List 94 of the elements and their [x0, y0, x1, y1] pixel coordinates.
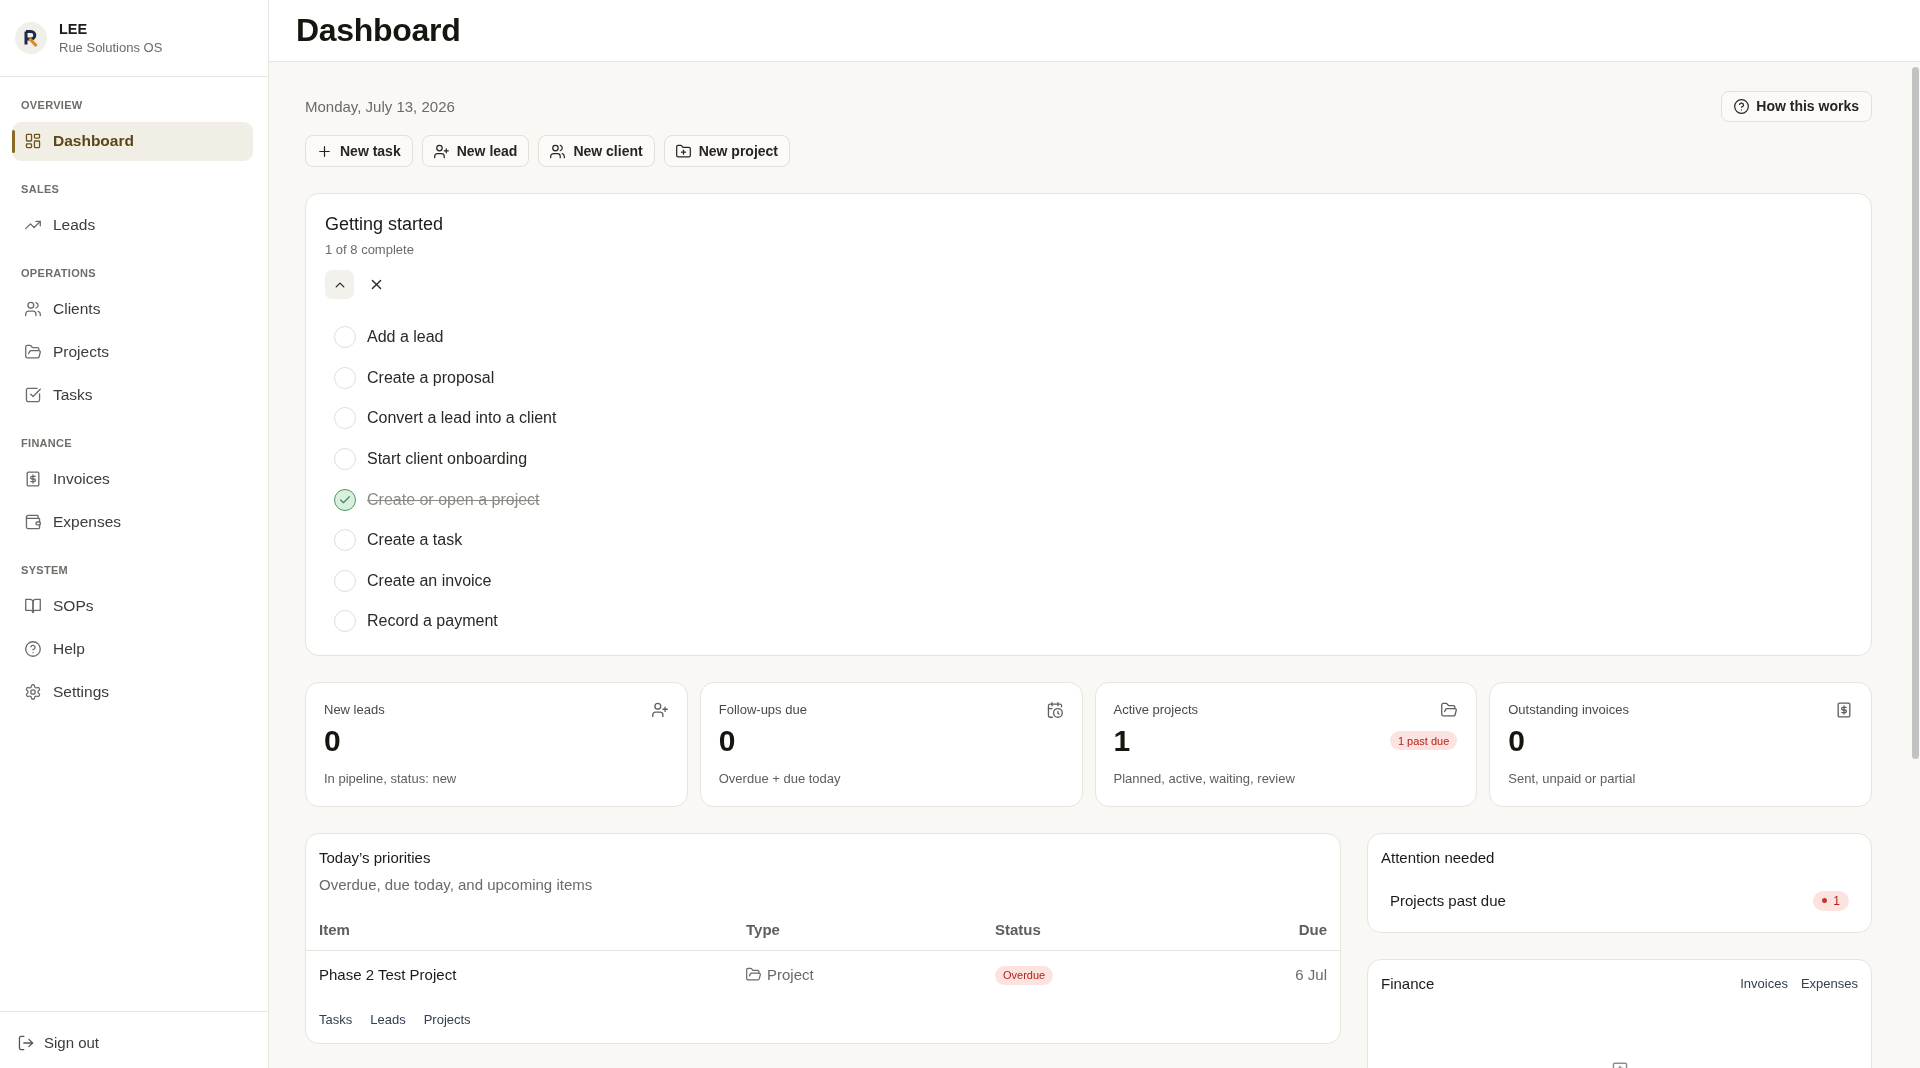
- check-icon: [339, 493, 351, 506]
- folder-icon: [1441, 701, 1458, 718]
- stat-value: 0: [1508, 722, 1525, 759]
- quick-action-button[interactable]: New lead: [421, 135, 530, 167]
- user-plus-icon: [433, 143, 449, 159]
- help-icon: [25, 641, 41, 657]
- card-title: Getting started: [325, 213, 445, 236]
- column-header: Type: [746, 919, 781, 940]
- table-cell: 6 Jul: [1295, 966, 1327, 984]
- nav-item[interactable]: Leads: [12, 205, 253, 245]
- plus-icon: [317, 143, 332, 159]
- section-label: OVERVIEW: [20, 98, 84, 113]
- stat-value: 0: [718, 722, 736, 759]
- scrollbar-thumb[interactable]: [1912, 67, 1919, 759]
- section-label: SYSTEM: [20, 563, 70, 578]
- section-link[interactable]: Projects: [423, 1010, 471, 1029]
- calendar-clock-icon: [1046, 701, 1063, 718]
- help-icon: [1734, 98, 1750, 114]
- step-label: Add a lead: [367, 328, 444, 347]
- close-icon: [369, 277, 384, 292]
- step-label: Create an invoice: [367, 571, 492, 590]
- date-label: Monday, July 13, 2026: [305, 97, 455, 115]
- brand-subtitle: Rue Solutions OS: [59, 38, 163, 57]
- brand-logo: [15, 22, 47, 54]
- check-square-icon: [25, 387, 41, 403]
- card-subtitle: Overdue, due today, and upcoming items: [319, 874, 594, 895]
- stat-label: Outstanding invoices: [1508, 702, 1629, 718]
- quick-action-button[interactable]: New task: [305, 135, 413, 167]
- collapse-button[interactable]: [325, 270, 354, 299]
- alert-dot-icon: [1822, 898, 1828, 904]
- step-label: Start client onboarding: [367, 450, 528, 469]
- receipt-icon: [1836, 701, 1852, 718]
- folder-icon: [25, 344, 41, 360]
- stat-label: New leads: [324, 702, 385, 718]
- nav-item[interactable]: Expenses: [12, 502, 253, 542]
- count-text: 1: [1833, 893, 1840, 908]
- stat-label: Active projects: [1113, 702, 1199, 718]
- nav-item[interactable]: Clients: [12, 289, 253, 329]
- quick-action-button[interactable]: New project: [663, 135, 790, 167]
- settings-icon: [25, 684, 41, 700]
- sign-out-link[interactable]: Sign out: [18, 1034, 100, 1051]
- step-label: Create a proposal: [367, 368, 495, 387]
- users-icon: [25, 301, 41, 317]
- step-label: Create a task: [367, 531, 463, 550]
- status-badge: Overdue: [995, 965, 1054, 985]
- stat-note: Overdue + due today: [718, 769, 842, 788]
- user-plus-icon: [651, 701, 668, 718]
- table-cell: Project: [767, 966, 814, 984]
- stat-value: 0: [324, 722, 341, 759]
- status-badge: 1 past due: [1389, 731, 1458, 751]
- column-header: Status: [995, 919, 1042, 940]
- nav-item[interactable]: Projects: [12, 332, 253, 372]
- table-cell-text: Phase 2 Test Project: [319, 966, 458, 984]
- nav-item[interactable]: Dashboard: [12, 121, 253, 161]
- stat-note: Planned, active, waiting, review: [1113, 769, 1296, 788]
- stat-note: Sent, unpaid or partial: [1508, 769, 1637, 788]
- nav-item[interactable]: Help: [12, 629, 253, 669]
- stat-value: 1: [1113, 722, 1131, 759]
- finance-link[interactable]: Expenses: [1800, 974, 1858, 993]
- step-checkbox[interactable]: [334, 488, 356, 511]
- column-header: Due: [1298, 919, 1327, 940]
- dashboard-icon: [25, 133, 41, 149]
- nav-item[interactable]: SOPs: [12, 586, 253, 626]
- users-icon: [550, 143, 566, 159]
- section-link[interactable]: Tasks: [319, 1010, 353, 1029]
- progress-text: 1 of 8 complete: [325, 241, 415, 259]
- page-title: Dashboard: [296, 12, 461, 49]
- quick-action-button[interactable]: New client: [538, 135, 655, 167]
- column-header: Item: [319, 919, 351, 940]
- nav-item[interactable]: Tasks: [12, 375, 253, 415]
- section-label: SALES: [20, 182, 61, 197]
- wallet-icon: [25, 514, 41, 530]
- brand-name: LEE: [59, 19, 89, 38]
- card-title: Finance: [1381, 973, 1435, 994]
- step-label: Convert a lead into a client: [367, 409, 557, 428]
- nav-item[interactable]: Invoices: [12, 459, 253, 499]
- section-link[interactable]: Leads: [370, 1010, 406, 1029]
- step-label: Record a payment: [367, 612, 498, 631]
- folder-plus-icon: [675, 143, 691, 159]
- help-button[interactable]: How this works: [1721, 90, 1872, 122]
- nav-item[interactable]: Settings: [12, 672, 253, 712]
- stat-label: Follow-ups due: [718, 702, 807, 718]
- finance-link[interactable]: Invoices: [1740, 974, 1788, 993]
- sign-out-icon: [18, 1034, 34, 1051]
- card-title: Attention needed: [1381, 847, 1496, 868]
- section-label: FINANCE: [20, 436, 73, 451]
- receipt-icon: [25, 471, 41, 487]
- step-label: Create or open a project: [367, 490, 540, 509]
- stat-note: In pipeline, status: new: [324, 769, 458, 788]
- section-label: OPERATIONS: [20, 266, 97, 281]
- folder-icon: [746, 967, 761, 983]
- card-title: Today’s priorities: [319, 847, 432, 868]
- book-icon: [25, 598, 41, 614]
- attention-item[interactable]: Projects past due: [1390, 892, 1506, 910]
